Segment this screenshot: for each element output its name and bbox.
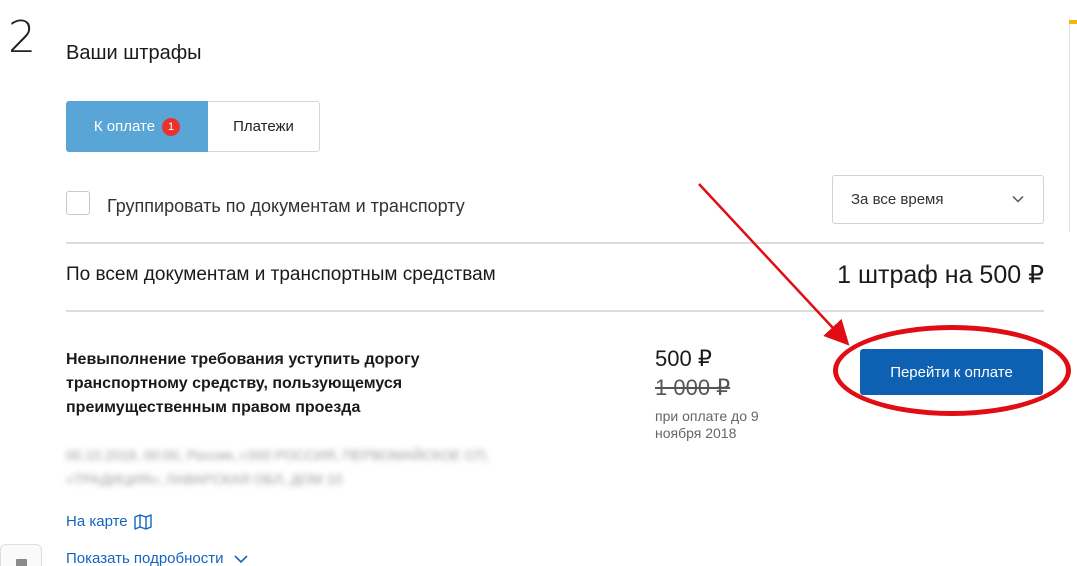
fine-price: 500 ₽ bbox=[655, 346, 712, 371]
map-link-label: На карте bbox=[66, 513, 128, 530]
show-details-label: Показать подробности bbox=[66, 550, 224, 566]
map-icon bbox=[133, 513, 152, 530]
group-checkbox[interactable] bbox=[66, 191, 90, 215]
step-number: 2 bbox=[8, 12, 36, 63]
divider bbox=[66, 310, 1044, 312]
page-title: Ваши штрафы bbox=[66, 42, 202, 64]
tab-to-pay[interactable]: К оплате 1 bbox=[66, 101, 208, 152]
tab-payments-label: Платежи bbox=[233, 118, 294, 135]
discount-deadline: при оплате до 9 ноября 2018 bbox=[655, 408, 759, 441]
count-badge: 1 bbox=[162, 117, 181, 136]
chevron-down-icon bbox=[1012, 195, 1024, 203]
fine-description: Невыполнение требования уступить дорогу … bbox=[66, 351, 420, 416]
summary-total: 1 штраф на 500 ₽ bbox=[837, 261, 1044, 289]
tab-to-pay-label: К оплате bbox=[93, 118, 156, 135]
map-link[interactable]: На карте bbox=[66, 513, 152, 530]
square-icon bbox=[16, 559, 27, 566]
panel-edge bbox=[1069, 18, 1070, 232]
summary-label: По всем документам и транспортным средст… bbox=[66, 264, 496, 285]
fine-location-blurred: 00.10.2018, 00:00, Россия, г.000 РОССИЯ,… bbox=[66, 447, 489, 487]
group-checkbox-label[interactable]: Группировать по документам и транспорту bbox=[107, 196, 465, 217]
chevron-down-icon bbox=[234, 554, 249, 563]
tabs: К оплате 1 Платежи bbox=[66, 101, 320, 152]
tab-payments[interactable]: Платежи bbox=[208, 101, 320, 152]
period-select-value: За все время bbox=[851, 191, 944, 208]
panel-accent bbox=[1069, 20, 1077, 24]
fine-old-price: 1 000 ₽ bbox=[655, 375, 731, 400]
show-details-link[interactable]: Показать подробности bbox=[66, 550, 249, 566]
pay-button[interactable]: Перейти к оплате bbox=[860, 349, 1043, 395]
divider bbox=[66, 242, 1044, 244]
corner-widget[interactable] bbox=[0, 544, 42, 566]
period-select[interactable]: За все время bbox=[832, 175, 1044, 224]
